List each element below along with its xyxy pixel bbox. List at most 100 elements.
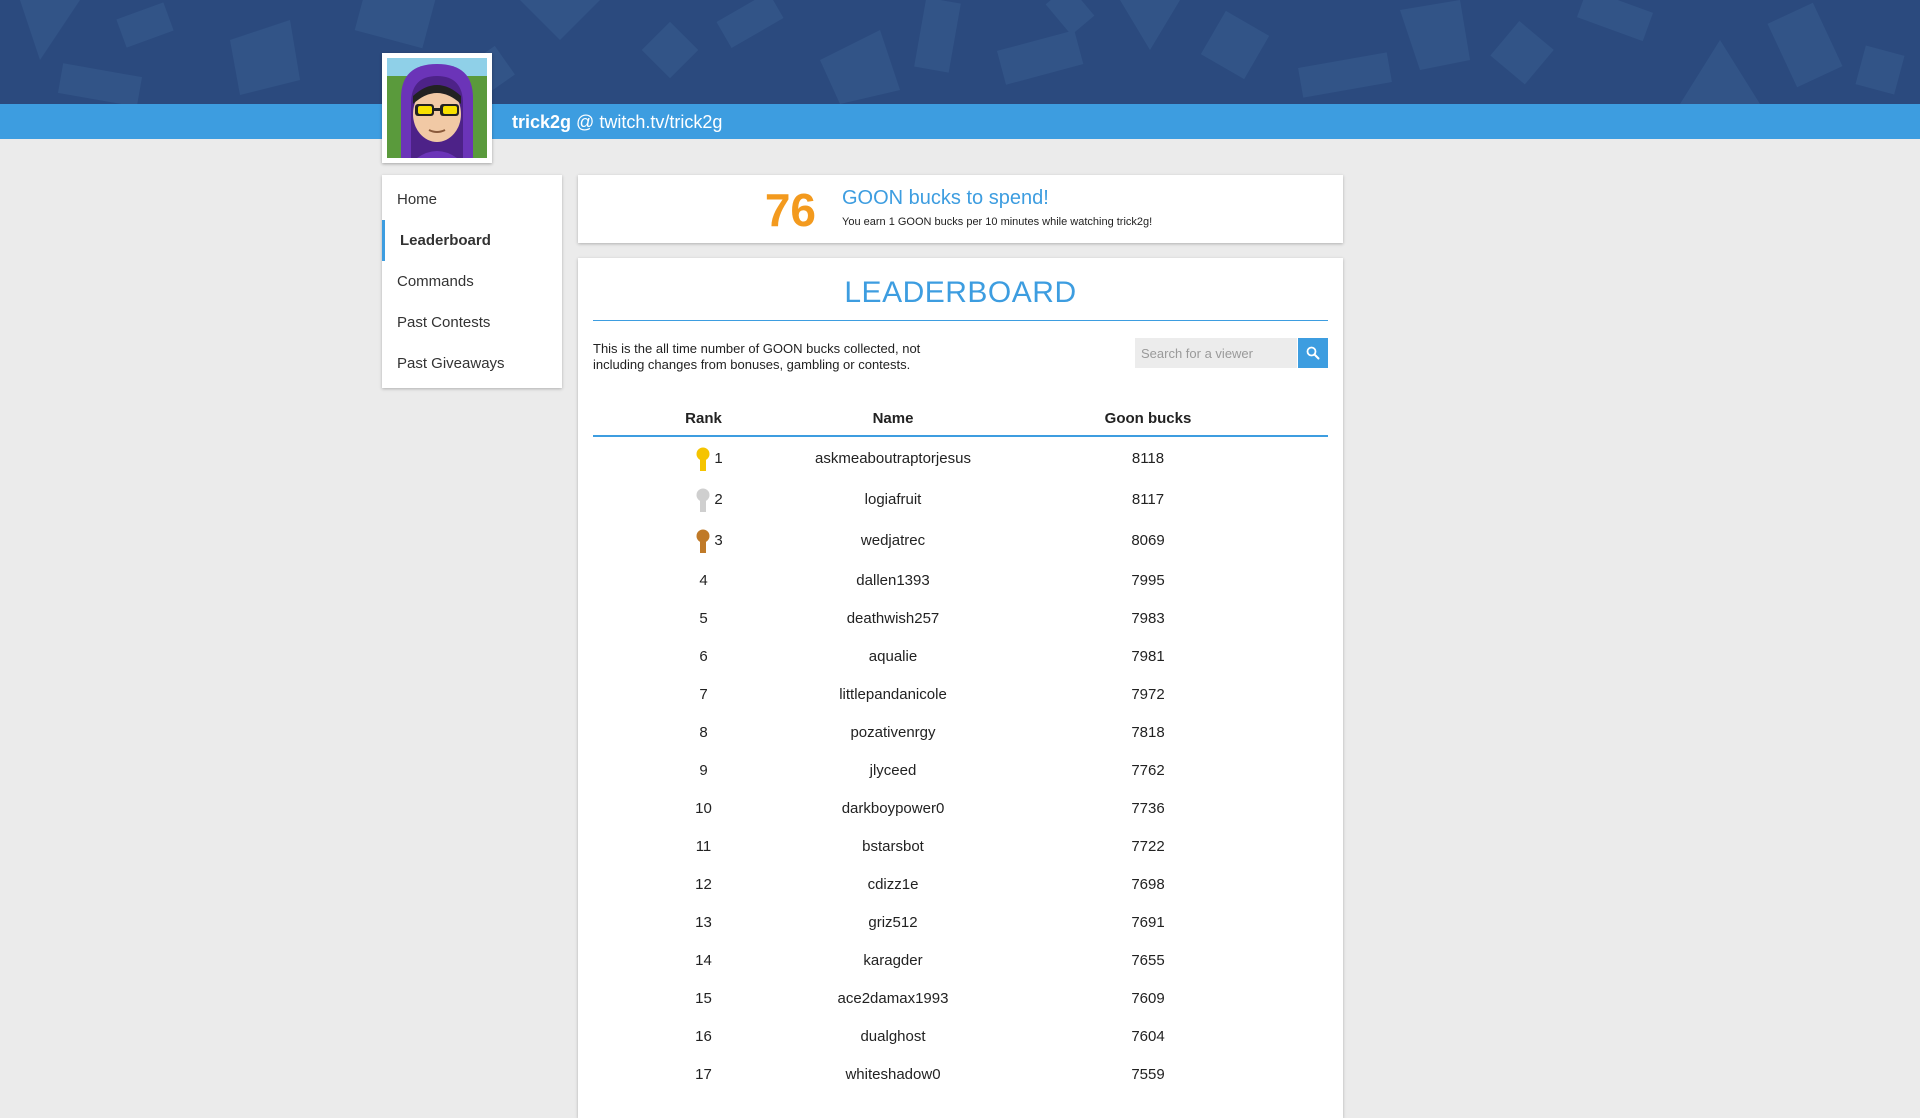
bucks-value: 7722 [1131,837,1165,855]
viewer-name: dualghost [860,1027,926,1045]
column-header-rank: Rank [685,410,722,427]
title-divider [593,320,1328,321]
table-row: 12 cdizz1e 7698 [593,865,1328,903]
bucks-value: 8117 [1131,491,1165,508]
bucks-value: 7972 [1131,685,1165,703]
table-row: 4 dallen1393 7995 [593,561,1328,599]
leaderboard-description: This is the all time number of GOON buck… [593,341,921,372]
column-header-bucks: Goon bucks [1104,410,1192,427]
channel-separator: @ [576,112,595,132]
rank-value: 2 [714,491,723,508]
bucks-amount: 76 [764,184,816,236]
viewer-name: wedjatrec [860,532,926,549]
bucks-value: 7604 [1131,1027,1165,1045]
viewer-name: jlyceed [869,761,917,779]
sidebar-item-past-contests[interactable]: Past Contests [382,302,562,343]
rank-value: 16 [695,1027,712,1045]
bucks-value: 7609 [1131,989,1165,1007]
leaderboard-card: LEADERBOARD This is the all time number … [578,258,1343,1118]
table-row: 5 deathwish257 7983 [593,599,1328,637]
leaderboard-header-row: Rank Name Goon bucks [593,403,1328,437]
sidebar-item-home[interactable]: Home [382,179,562,220]
rank-value: 14 [695,951,712,969]
viewer-name: whiteshadow0 [845,1065,941,1083]
bucks-value: 7698 [1131,875,1165,893]
table-row: 10 darkboypower0 7736 [593,789,1328,827]
sidebar-nav: Home Leaderboard Commands Past Contests … [382,175,562,388]
table-row: 13 griz512 7691 [593,903,1328,941]
viewer-name: griz512 [868,913,918,931]
channel-username[interactable]: trick2g [512,112,571,132]
banner-pattern [0,0,1920,104]
sidebar-item-commands[interactable]: Commands [382,261,562,302]
viewer-name: cdizz1e [867,875,919,893]
rank-value: 11 [695,837,712,855]
table-row: 3 wedjatrec 8069 [593,520,1328,561]
rank-value: 1 [714,450,723,467]
bucks-value: 7762 [1131,761,1165,779]
rank-value: 5 [699,609,708,627]
table-row: 15 ace2damax1993 7609 [593,979,1328,1017]
channel-name-bar [0,104,1920,139]
rank-value: 4 [699,571,708,589]
bucks-value: 7736 [1131,799,1165,817]
bucks-value: 7691 [1131,913,1165,931]
rank-value: 8 [699,723,708,741]
bucks-value: 7983 [1131,609,1165,627]
table-row: 14 karagder 7655 [593,941,1328,979]
gold-medal-icon [696,447,710,471]
table-row: 6 aqualie 7981 [593,637,1328,675]
column-header-name: Name [872,410,914,427]
bucks-value: 8118 [1131,450,1165,467]
search-button[interactable] [1298,338,1328,368]
viewer-name: bstarsbot [862,837,924,855]
viewer-name: askmeaboutraptorjesus [815,450,971,467]
rank-value: 10 [695,799,712,817]
viewer-name: littlepandanicole [839,685,947,703]
search-viewer-input[interactable] [1135,338,1297,368]
rank-cell: 3 [639,520,780,561]
viewer-name: darkboypower0 [841,799,945,817]
avatar [382,53,492,163]
bucks-value: 7818 [1131,723,1165,741]
rank-cell: 2 [639,479,780,520]
table-row: 11 bstarsbot 7722 [593,827,1328,865]
leaderboard-title: LEADERBOARD [844,276,1077,309]
bronze-medal-icon [696,529,710,553]
table-row: 16 dualghost 7604 [593,1017,1328,1055]
bucks-value: 7995 [1131,571,1165,589]
rank-value: 3 [714,532,723,549]
bucks-value: 7981 [1131,647,1165,665]
table-row: 17 whiteshadow0 7559 [593,1055,1328,1093]
viewer-name: logiafruit [864,491,922,508]
table-row: 9 jlyceed 7762 [593,751,1328,789]
bucks-title: GOON bucks to spend! [842,187,1049,209]
table-row: 7 littlepandanicole 7972 [593,675,1328,713]
rank-value: 17 [695,1065,712,1083]
bucks-value: 8069 [1131,532,1165,549]
viewer-name: dallen1393 [856,571,930,589]
rank-value: 9 [699,761,708,779]
search-icon [1306,346,1320,360]
viewer-name: karagder [863,951,923,969]
rank-value: 7 [699,685,708,703]
viewer-name: aqualie [868,647,918,665]
channel-url-link[interactable]: twitch.tv/trick2g [599,112,722,132]
rank-value: 6 [699,647,708,665]
viewer-name: deathwish257 [846,609,940,627]
table-row: 2 logiafruit 8117 [593,479,1328,520]
avatar-image [387,58,487,158]
header-banner [0,0,1920,104]
table-row: 1 askmeaboutraptorjesus 8118 [593,438,1328,479]
rank-value: 13 [695,913,712,931]
viewer-name: pozativenrgy [850,723,936,741]
sidebar-item-past-giveaways[interactable]: Past Giveaways [382,343,562,384]
leaderboard-rows: 1 askmeaboutraptorjesus 8118 2 logiafrui… [593,438,1328,1093]
sidebar-item-leaderboard[interactable]: Leaderboard [382,220,562,261]
bucks-value: 7559 [1131,1065,1165,1083]
rank-value: 15 [695,989,712,1007]
silver-medal-icon [696,488,710,512]
viewer-name: ace2damax1993 [837,989,949,1007]
table-row: 8 pozativenrgy 7818 [593,713,1328,751]
rank-cell: 1 [639,438,780,479]
